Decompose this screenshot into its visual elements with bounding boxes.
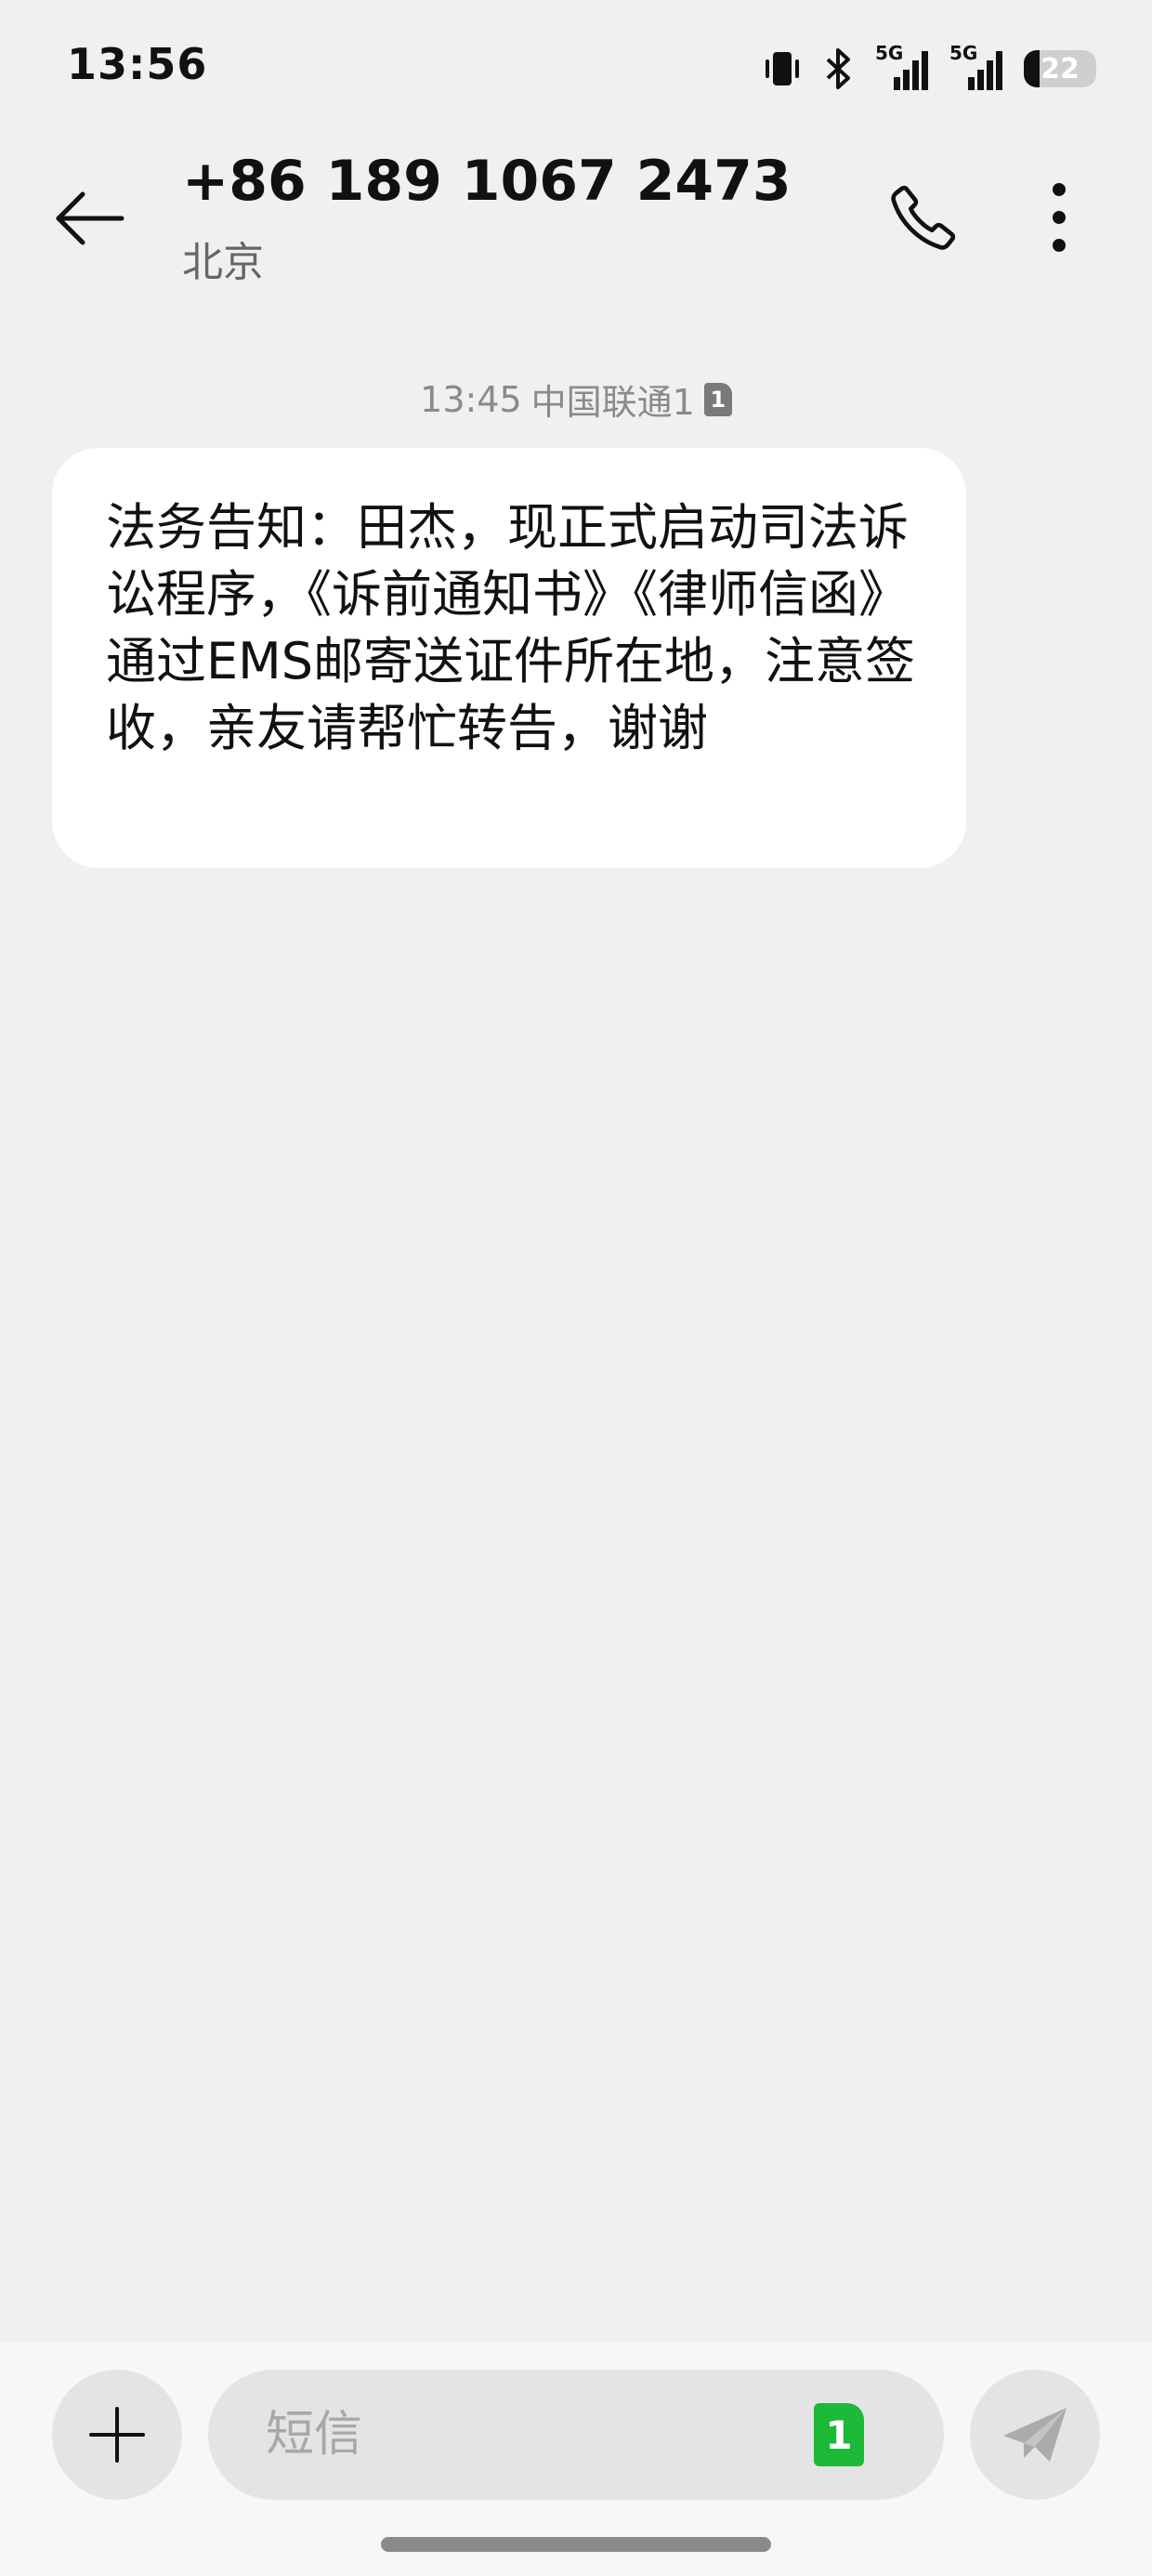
- status-icons: 5G 5G 22: [762, 42, 1096, 95]
- message-bubble[interactable]: 法务告知：田杰，现正式启动司法诉讼程序，《诉前通知书》《律师信函》通过EMS邮寄…: [52, 448, 966, 868]
- message-input[interactable]: [266, 2370, 805, 2500]
- conversation-header: +86 189 1067 2473 北京: [0, 139, 1152, 297]
- phone-icon: [891, 185, 956, 250]
- contact-number: +86 189 1067 2473: [182, 149, 792, 214]
- status-time: 13:56: [67, 39, 208, 89]
- plus-icon: [89, 2407, 145, 2463]
- message-carrier: 中国联通1: [530, 382, 695, 423]
- message-time: 13:45: [420, 378, 522, 420]
- home-indicator[interactable]: [381, 2537, 771, 2552]
- status-bar: 13:56 5G 5G 22: [0, 0, 1152, 139]
- message-body: 法务告知：田杰，现正式启动司法诉讼程序，《诉前通知书》《律师信函》通过EMS邮寄…: [106, 498, 915, 757]
- signal-5g-icon: 5G: [949, 42, 1003, 92]
- add-attachment-button[interactable]: [52, 2370, 182, 2500]
- message-input-box[interactable]: 1: [208, 2370, 944, 2500]
- signal-5g-icon: 5G: [875, 42, 929, 92]
- sim-select-button[interactable]: 1: [814, 2403, 864, 2466]
- battery-icon: 22: [1024, 50, 1096, 87]
- contact-location: 北京: [182, 239, 264, 286]
- battery-level: 22: [1041, 52, 1080, 85]
- bluetooth-icon: [826, 48, 850, 89]
- send-icon: [1003, 2408, 1067, 2462]
- send-button[interactable]: [970, 2370, 1100, 2500]
- back-button[interactable]: [48, 177, 132, 260]
- arrow-left-icon: [56, 191, 124, 245]
- vibrate-icon: [766, 52, 799, 85]
- more-vertical-icon: [1053, 183, 1066, 252]
- sim-card-icon: 1: [703, 382, 732, 416]
- call-button[interactable]: [879, 173, 968, 262]
- more-options-button[interactable]: [1029, 173, 1089, 262]
- message-meta: 13:45 中国联通1 1: [0, 374, 1152, 425]
